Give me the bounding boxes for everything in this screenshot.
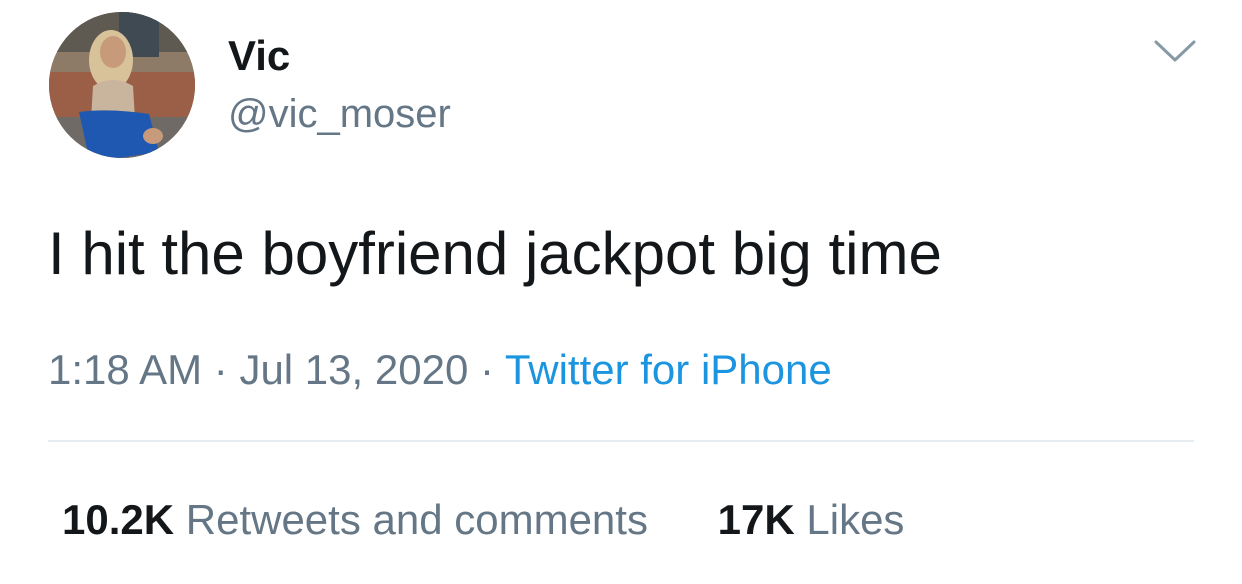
user-handle[interactable]: @vic_moser bbox=[228, 86, 451, 142]
retweets-label: Retweets and comments bbox=[185, 496, 648, 543]
avatar-photo bbox=[49, 12, 195, 158]
tweet-text: I hit the boyfriend jackpot big time bbox=[48, 220, 942, 287]
chevron-down-icon[interactable] bbox=[1150, 30, 1200, 70]
likes-stat[interactable]: 17K Likes bbox=[718, 492, 905, 548]
divider bbox=[48, 440, 1194, 442]
avatar[interactable] bbox=[49, 12, 195, 158]
separator-dot: · bbox=[479, 346, 494, 393]
retweets-count: 10.2K bbox=[62, 496, 175, 543]
tweet-source-link[interactable]: Twitter for iPhone bbox=[505, 346, 832, 393]
tweet-time[interactable]: 1:18 AM bbox=[48, 346, 202, 393]
display-name[interactable]: Vic bbox=[228, 28, 290, 84]
separator-dot: · bbox=[213, 346, 228, 393]
tweet-metadata: 1:18 AM · Jul 13, 2020 · Twitter for iPh… bbox=[48, 342, 832, 398]
tweet-stats: 10.2K Retweets and comments 17K Likes bbox=[62, 492, 904, 548]
likes-label: Likes bbox=[806, 496, 905, 543]
likes-count: 17K bbox=[717, 496, 795, 543]
retweets-stat[interactable]: 10.2K Retweets and comments bbox=[62, 492, 648, 548]
tweet-date[interactable]: Jul 13, 2020 bbox=[239, 346, 468, 393]
